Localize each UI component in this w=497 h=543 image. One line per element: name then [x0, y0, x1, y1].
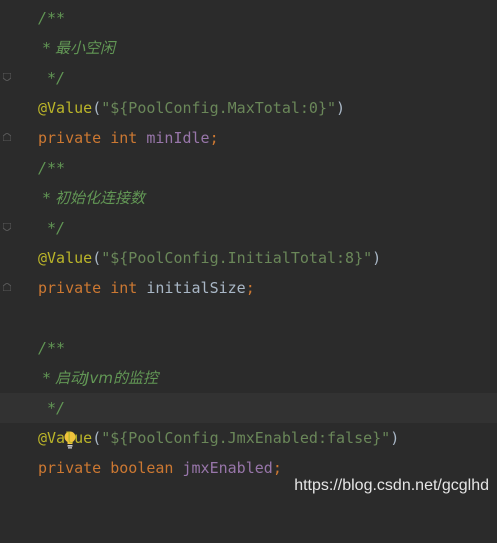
field-name: minIdle	[146, 129, 210, 147]
fold-marker-icon[interactable]	[3, 13, 11, 81]
semicolon: ;	[209, 129, 219, 147]
paren-close: )	[372, 249, 382, 267]
watermark: https://blog.csdn.net/gcglhd	[294, 477, 489, 494]
code-line[interactable]: */	[0, 63, 497, 141]
paren-open: (	[92, 249, 102, 267]
fold-marker-icon[interactable]	[3, 163, 11, 231]
keyword: boolean	[110, 459, 174, 477]
code-editor[interactable]: /** * 最小空闲 */ @Value("${PoolConfig.MaxTo…	[0, 0, 497, 505]
code-line[interactable]: /**	[0, 153, 497, 231]
code-line[interactable]: /**	[0, 333, 497, 411]
paren-close: )	[336, 99, 346, 117]
annotation: @Value	[38, 99, 93, 117]
paren-open: (	[92, 429, 102, 447]
field-name: initialSize	[146, 279, 246, 297]
code-line[interactable]: * 最小空闲	[0, 33, 497, 63]
lightbulb-icon[interactable]	[9, 399, 76, 449]
doc-comment: /**	[38, 339, 66, 357]
code-line[interactable]: * 初始化连接数	[0, 183, 497, 213]
doc-comment: * 最小空闲	[38, 39, 116, 57]
annotation: @Value	[38, 249, 93, 267]
paren-close: )	[390, 429, 400, 447]
doc-comment: */	[38, 69, 66, 87]
code-line[interactable]: @Value("${PoolConfig.JmxEnabled:false}")	[0, 423, 497, 453]
doc-comment: * 启动Jvm的监控	[38, 369, 158, 387]
keyword: private	[38, 129, 102, 147]
paren-open: (	[92, 99, 102, 117]
semicolon: ;	[272, 459, 282, 477]
doc-comment: * 初始化连接数	[38, 189, 146, 207]
semicolon: ;	[245, 279, 255, 297]
string-literal: "${PoolConfig.InitialTotal:8}"	[101, 249, 373, 267]
fold-marker-icon[interactable]	[3, 73, 11, 141]
doc-comment: */	[38, 219, 66, 237]
code-line[interactable]: @Value("${PoolConfig.MaxTotal:0}")	[0, 93, 497, 123]
code-line[interactable]: */	[0, 213, 497, 291]
code-line[interactable]: * 启动Jvm的监控	[0, 363, 497, 393]
keyword: private	[38, 279, 102, 297]
keyword: int	[110, 129, 138, 147]
doc-comment: /**	[38, 159, 66, 177]
doc-comment: */	[38, 399, 66, 417]
code-line-current[interactable]: */	[0, 393, 497, 449]
code-line-empty[interactable]	[0, 303, 497, 333]
annotation: @Value	[38, 429, 93, 447]
fold-marker-icon[interactable]	[3, 223, 11, 291]
string-literal: "${PoolConfig.MaxTotal:0}"	[101, 99, 337, 117]
field-name: jmxEnabled	[182, 459, 273, 477]
doc-comment: /**	[38, 9, 66, 27]
keyword: private	[38, 459, 102, 477]
code-line[interactable]: private int minIdle;	[0, 123, 497, 153]
keyword: int	[110, 279, 138, 297]
string-literal: "${PoolConfig.JmxEnabled:false}"	[101, 429, 391, 447]
code-line[interactable]: /**	[0, 3, 497, 81]
fold-marker-icon[interactable]	[3, 343, 11, 411]
code-line[interactable]: private int initialSize;	[0, 273, 497, 303]
code-line[interactable]: @Value("${PoolConfig.InitialTotal:8}")	[0, 243, 497, 273]
